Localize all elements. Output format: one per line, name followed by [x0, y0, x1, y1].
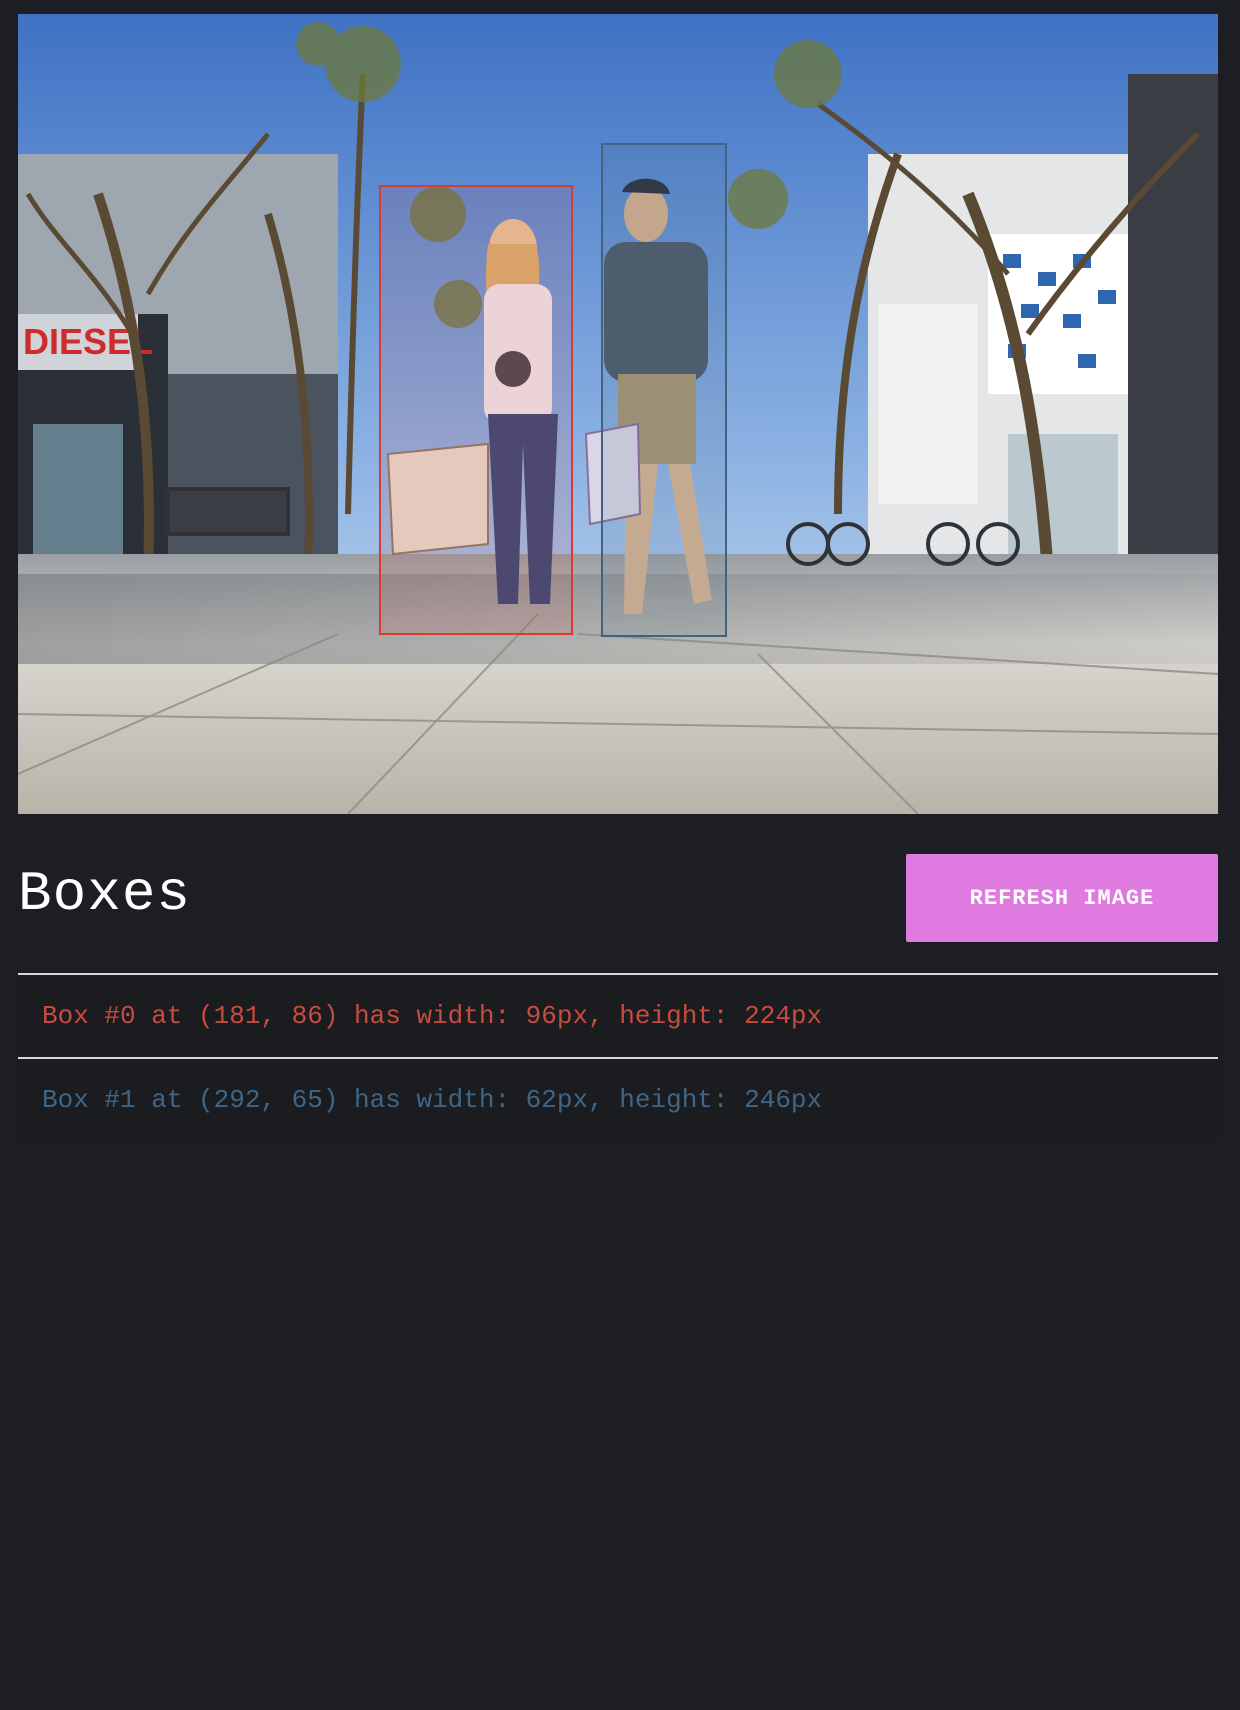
heading-row: Boxes REFRESH IMAGE — [18, 854, 1218, 942]
boxes-page: DIESEL Boxes REFRESH IMAGE Box #0 at (18… — [0, 0, 1240, 1710]
bounding-box-1 — [601, 143, 727, 637]
bounding-box-0 — [379, 185, 573, 635]
street-scene: DIESEL — [18, 14, 1218, 814]
box-list: Box #0 at (181, 86) has width: 96px, hei… — [18, 973, 1218, 1141]
box-list-item: Box #1 at (292, 65) has width: 62px, hei… — [18, 1057, 1218, 1141]
box-list-item: Box #0 at (181, 86) has width: 96px, hei… — [18, 973, 1218, 1057]
page-title: Boxes — [18, 862, 192, 926]
street-photo-panel: DIESEL — [18, 14, 1218, 814]
refresh-image-button[interactable]: REFRESH IMAGE — [906, 854, 1218, 942]
